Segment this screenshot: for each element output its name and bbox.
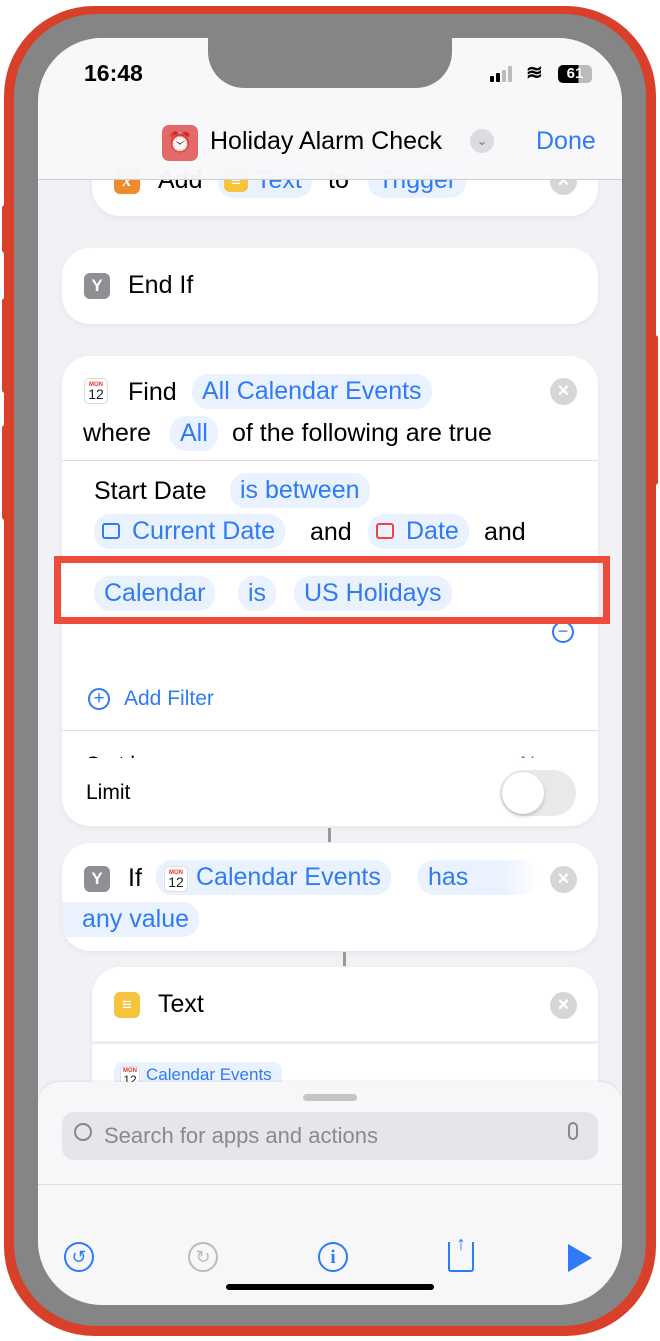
share-icon[interactable]: ↑ bbox=[448, 1234, 474, 1272]
date-icon bbox=[102, 523, 120, 539]
if-label: If bbox=[128, 864, 142, 892]
and-label: and bbox=[310, 518, 352, 546]
connector-line bbox=[328, 828, 331, 842]
volume-down-button bbox=[2, 425, 10, 520]
sheet-grabber[interactable] bbox=[303, 1094, 357, 1101]
calendar-events-label: Calendar Events bbox=[196, 863, 381, 891]
done-button[interactable]: Done bbox=[536, 127, 596, 156]
search-placeholder: Search for apps and actions bbox=[104, 1123, 378, 1148]
action-sheet: Search for apps and actions ↺ ↻ i ↑ bbox=[38, 1082, 622, 1305]
text-label: Text bbox=[158, 990, 204, 1018]
limit-label: Limit bbox=[86, 781, 131, 804]
search-input[interactable]: Search for apps and actions bbox=[62, 1112, 598, 1160]
if-action: Y If 12 Calendar Events has × any value bbox=[62, 843, 598, 951]
toggle-knob bbox=[502, 772, 544, 814]
highlight-box bbox=[54, 556, 610, 624]
redo-icon[interactable]: ↻ bbox=[188, 1242, 218, 1272]
shortcut-title[interactable]: Holiday Alarm Check bbox=[210, 127, 442, 156]
current-date-label: Current Date bbox=[132, 517, 276, 545]
source-pill[interactable]: All Calendar Events bbox=[192, 374, 432, 409]
branch-icon: Y bbox=[84, 866, 110, 892]
remove-filter-icon[interactable]: − bbox=[552, 621, 574, 643]
remove-action-icon[interactable]: × bbox=[550, 378, 577, 405]
calendar-events-pill[interactable]: 12 Calendar Events bbox=[156, 858, 391, 895]
undo-icon[interactable]: ↺ bbox=[64, 1242, 94, 1272]
battery-level: 61 bbox=[566, 65, 584, 82]
limit-toggle[interactable] bbox=[500, 770, 576, 816]
date-icon bbox=[376, 523, 394, 539]
screen: x Add Text ≡ to Trigger × 16:48 ≋ 61 ⏰ Ho… bbox=[38, 38, 622, 1305]
search-icon bbox=[74, 1123, 92, 1141]
calendar-icon: 12 bbox=[164, 858, 188, 892]
filter-operator-pill[interactable]: is between bbox=[230, 473, 370, 508]
action-button bbox=[2, 205, 10, 253]
calendar-icon: 12 bbox=[84, 370, 108, 404]
notch bbox=[208, 38, 452, 88]
condition-label: of the following are true bbox=[232, 419, 492, 447]
wifi-icon: ≋ bbox=[526, 62, 543, 84]
power-button bbox=[650, 335, 658, 485]
status-time: 16:48 bbox=[84, 60, 143, 86]
quantifier-pill[interactable]: All bbox=[170, 416, 218, 451]
date-label: Date bbox=[406, 517, 459, 545]
signal-icon bbox=[490, 66, 514, 82]
remove-action-icon[interactable]: × bbox=[550, 992, 577, 1019]
filter-field[interactable]: Start Date bbox=[94, 477, 207, 506]
alarm-clock-icon: ⏰ bbox=[162, 125, 198, 161]
chevron-down-icon[interactable]: ⌄ bbox=[470, 129, 494, 153]
info-icon[interactable]: i bbox=[318, 1242, 348, 1272]
volume-up-button bbox=[2, 298, 10, 393]
battery-icon: 61 bbox=[558, 65, 592, 83]
limit-row: Limit bbox=[62, 758, 598, 826]
date-pill[interactable]: Date bbox=[368, 514, 469, 549]
find-label: Find bbox=[128, 378, 177, 406]
condition-pill[interactable]: has bbox=[418, 860, 538, 895]
and-label: and bbox=[484, 518, 526, 546]
where-label: where bbox=[83, 419, 152, 447]
remove-action-icon[interactable]: × bbox=[550, 866, 577, 893]
text-icon: ≡ bbox=[114, 992, 140, 1018]
add-filter-button[interactable]: Add Filter bbox=[124, 687, 214, 711]
end-if-action[interactable]: Y End If bbox=[62, 248, 598, 324]
play-icon[interactable] bbox=[568, 1244, 592, 1272]
current-date-pill[interactable]: Current Date bbox=[94, 514, 286, 549]
plus-icon: + bbox=[88, 688, 110, 710]
end-if-label: End If bbox=[128, 271, 194, 299]
connector-line bbox=[343, 952, 346, 966]
condition-value-pill[interactable]: any value bbox=[62, 902, 200, 937]
home-indicator bbox=[226, 1284, 434, 1290]
microphone-icon[interactable] bbox=[568, 1122, 578, 1140]
branch-icon: Y bbox=[84, 273, 110, 299]
